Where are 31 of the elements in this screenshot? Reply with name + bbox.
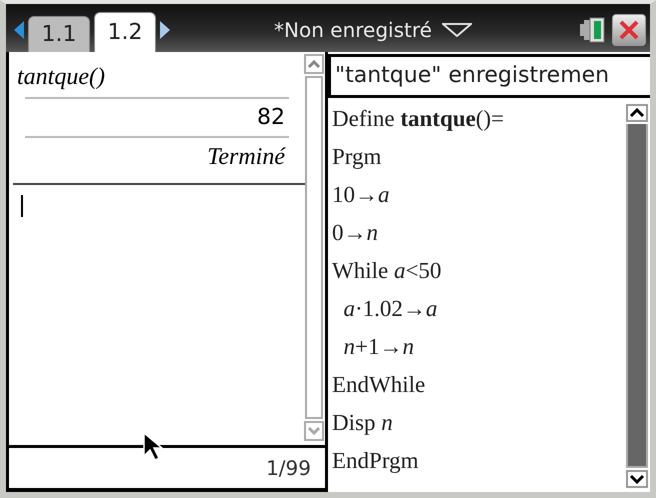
close-button[interactable] — [612, 14, 646, 46]
history-result: Terminé — [207, 144, 285, 170]
code-line: 10→a — [332, 181, 390, 209]
chevron-down-icon — [629, 474, 645, 484]
history-count: 1/99 — [266, 456, 311, 480]
next-page-icon[interactable] — [160, 21, 170, 39]
page-tab[interactable]: 1.2 — [94, 12, 156, 52]
code-line: Prgm — [332, 143, 382, 171]
code-line: Disp n — [332, 409, 394, 437]
program-title-field: "tantque" enregistremen — [328, 54, 650, 98]
code-line: n+1→n — [342, 333, 415, 361]
chevron-up-icon — [307, 59, 321, 69]
code-line: While a<50 — [332, 257, 442, 285]
code-line: EndWhile — [332, 371, 426, 399]
scrollbar-track[interactable] — [305, 76, 323, 419]
history-entry: tantque() — [17, 64, 105, 90]
chevron-down-icon — [307, 426, 321, 436]
code-line: 0→n — [332, 219, 379, 247]
scroll-down-button[interactable] — [626, 470, 648, 488]
code-line: Define tantque()= — [332, 105, 506, 133]
previous-page-icon[interactable] — [14, 21, 24, 39]
chevron-up-icon — [629, 108, 645, 118]
code-line: EndPrgm — [332, 447, 420, 475]
dropdown-icon[interactable] — [442, 23, 472, 37]
code-line: a·1.02→a — [342, 295, 438, 323]
page-tab[interactable]: 1.1 — [28, 16, 90, 52]
document-title: *Non enregistré — [274, 18, 432, 42]
scroll-up-button[interactable] — [626, 104, 648, 122]
scrollbar-thumb[interactable] — [626, 124, 648, 468]
history-result: 82 — [257, 105, 285, 130]
close-icon — [618, 19, 640, 41]
